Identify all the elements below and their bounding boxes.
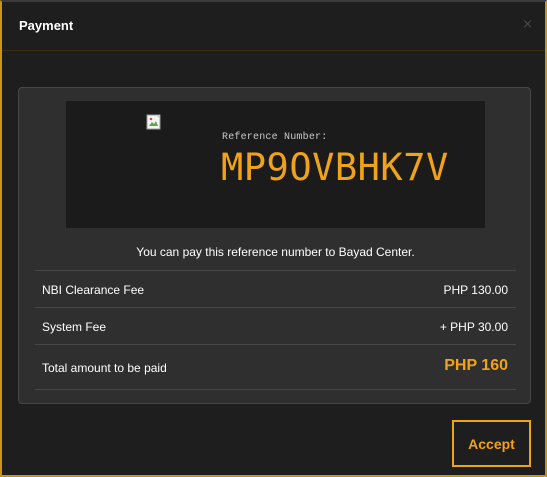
close-icon[interactable]: ×: [522, 18, 533, 32]
payment-details-panel: Reference Number: MP9OVBHK7V You can pay…: [18, 87, 531, 404]
dialog-title: Payment: [19, 18, 74, 33]
payment-dialog: Payment × Reference Number: MP9OVBHK7V Y…: [0, 0, 547, 477]
reference-number: MP9OVBHK7V: [221, 146, 449, 189]
total-row: Total amount to be paid PHP 160: [35, 344, 516, 390]
fee-label: System Fee: [42, 320, 107, 334]
fee-value: + PHP 30.00: [439, 320, 508, 334]
reference-box: Reference Number: MP9OVBHK7V: [66, 101, 485, 228]
dialog-header: Payment ×: [2, 2, 545, 51]
total-label: Total amount to be paid: [42, 361, 167, 375]
fee-row-system: System Fee + PHP 30.00: [35, 307, 516, 344]
fee-row-nbi-clearance: NBI Clearance Fee PHP 130.00: [35, 270, 516, 307]
reference-label: Reference Number:: [222, 132, 328, 143]
accept-button[interactable]: Accept: [452, 420, 531, 467]
fee-value: PHP 130.00: [443, 283, 509, 297]
total-value: PHP 160: [444, 357, 508, 374]
payment-instruction: You can pay this reference number to Bay…: [136, 245, 415, 259]
broken-image-icon: [146, 114, 161, 130]
fee-label: NBI Clearance Fee: [42, 283, 145, 297]
